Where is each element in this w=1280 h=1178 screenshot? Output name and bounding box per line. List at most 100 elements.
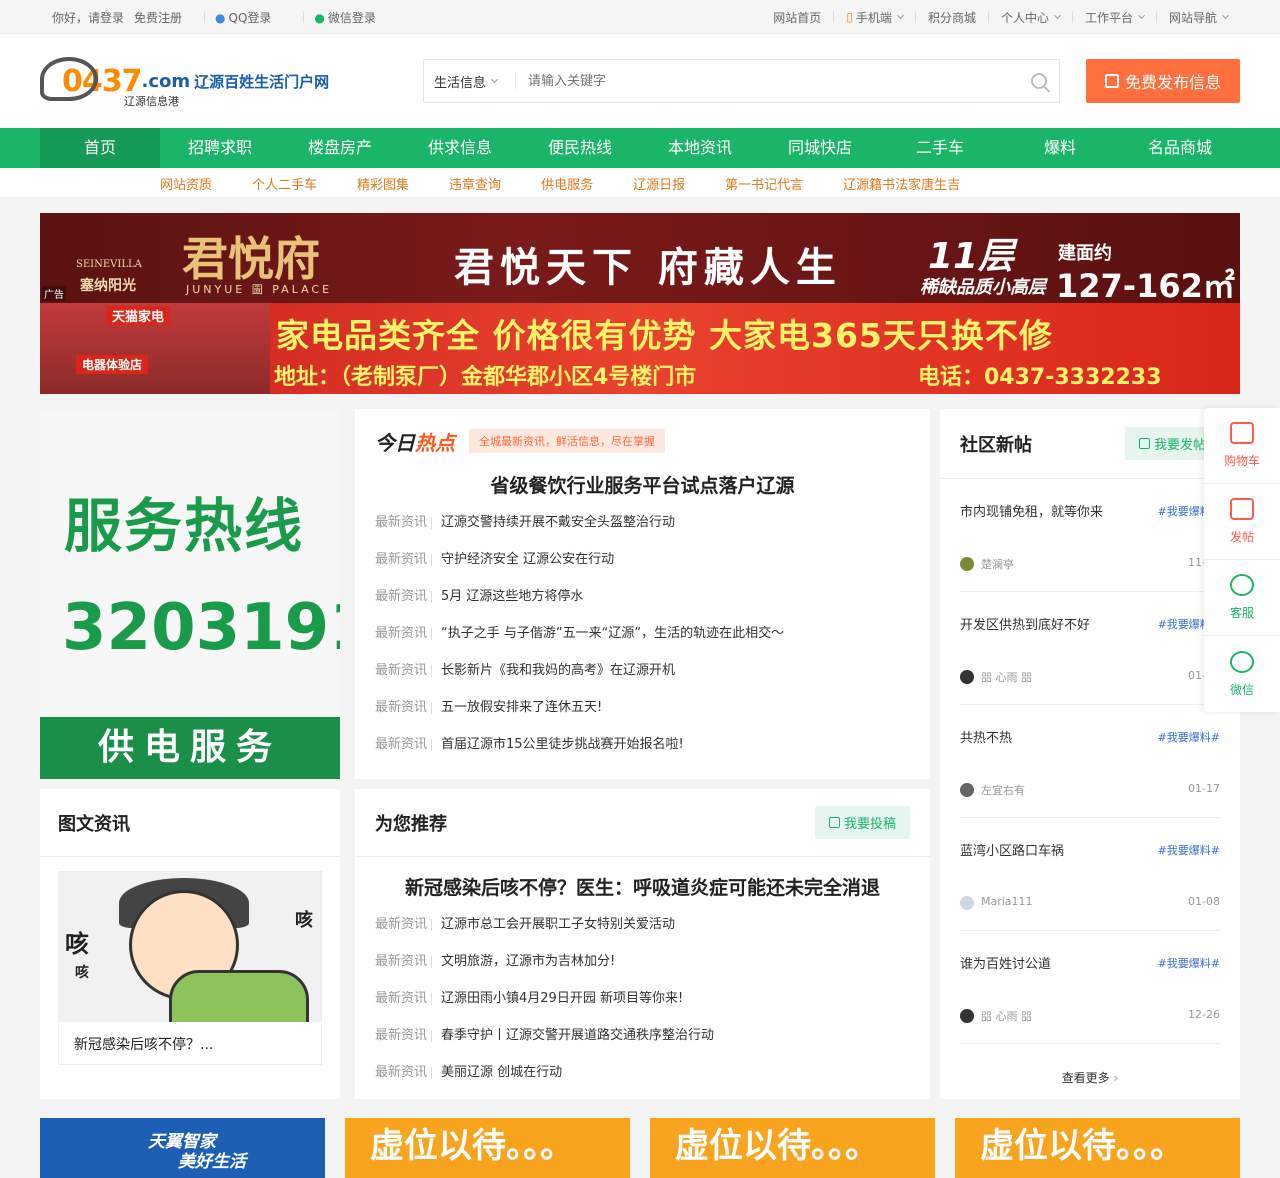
- list-item[interactable]: 最新资讯 文明旅游，辽源市为吉林加分!: [375, 943, 910, 980]
- community-panel: 社区新帖 我要发帖 市内现铺免租，就等你来#我要爆料# 楚澜亭11-21 开发区…: [940, 409, 1240, 1099]
- edit-icon: [1104, 74, 1119, 88]
- list-item[interactable]: 最新资讯 辽源交警持续开展不戴安全头盔整治行动: [375, 504, 910, 541]
- subnav-link[interactable]: 供电服务: [541, 174, 593, 193]
- subnav-link[interactable]: 辽源日报: [633, 174, 685, 193]
- banner2-line1: 家电品类齐全 价格很有优势 大家电365天只换不修: [276, 316, 1053, 355]
- search-input[interactable]: [516, 73, 1019, 89]
- chevron-right-icon: ›: [1113, 1071, 1119, 1085]
- chat-icon: [1230, 574, 1254, 596]
- list-item[interactable]: 最新资讯 春季守护丨辽源交警开展道路交通秩序整治行动: [375, 1017, 910, 1054]
- picnews-caption: 新冠感染后咳不停？...: [74, 1037, 214, 1053]
- subnav-link[interactable]: 精彩图集: [357, 174, 409, 193]
- nav-real-estate[interactable]: 楼盘房产: [280, 128, 400, 168]
- avatar: [960, 1009, 974, 1023]
- wechat-button[interactable]: 微信: [1204, 636, 1280, 712]
- list-item[interactable]: 最新资讯 辽源市总工会开展职工子女特别关爱活动: [375, 906, 910, 943]
- coughing-illustration: 咳 咳 咳: [59, 872, 321, 1022]
- banner-slogan: 君悦天下 府藏人生: [454, 244, 842, 291]
- mobile-link[interactable]: ▯ 手机端: [846, 9, 904, 26]
- list-item[interactable]: 最新资讯 守护经济安全 辽源公安在行动: [375, 541, 910, 578]
- list-item[interactable]: 最新资讯 5月 辽源这些地方将停水: [375, 578, 910, 615]
- list-item[interactable]: 最新资讯 首届辽源市15公里徒步挑战赛开始报名啦!: [375, 726, 910, 763]
- today-headline[interactable]: 省级餐饮行业服务平台试点落户辽源: [375, 473, 910, 499]
- subnav-link[interactable]: 网站资质: [160, 174, 212, 193]
- logo-site-name: 辽源百姓生活门户网: [194, 72, 330, 91]
- list-item[interactable]: 最新资讯 辽源田雨小镇4月29日开园 新项目等你来!: [375, 980, 910, 1017]
- picnews-card[interactable]: 咳 咳 咳 新冠感染后咳不停？...: [58, 871, 322, 1065]
- nav-used-cars[interactable]: 二手车: [880, 128, 1000, 168]
- banner2-address: 地址：（老制泵厂）金都华郡小区4号楼门市: [274, 365, 697, 390]
- qq-login-link[interactable]: ● QQ登录: [215, 9, 281, 26]
- site-logo[interactable]: 0437 .com 辽源百姓生活门户网 辽源信息港: [40, 51, 340, 111]
- recommend-title: 为您推荐: [375, 813, 447, 835]
- contribute-button[interactable]: 我要投稿: [814, 806, 910, 839]
- community-item[interactable]: 共热不热 #我要爆料# 左宜右有 01-17: [960, 705, 1220, 818]
- chevron-down-icon: [896, 11, 904, 20]
- user-center-link[interactable]: 个人中心: [1001, 9, 1062, 26]
- picnews-title: 图文资讯: [58, 813, 130, 835]
- banner-title-en: JUNYUE 圖 PALACE: [186, 283, 333, 296]
- list-item[interactable]: 最新资讯 五一放假安排来了连休五天!: [375, 689, 910, 726]
- logo-sub: 辽源信息港: [124, 95, 179, 108]
- home-link[interactable]: 网站首页: [773, 9, 821, 26]
- view-more-link[interactable]: 查看更多 ›: [960, 1069, 1220, 1086]
- wechat-login-link[interactable]: ● 微信登录: [314, 9, 386, 26]
- banner2-phone: 电话：0437-3332233: [918, 365, 1162, 390]
- banner-floors: 11层: [928, 236, 1015, 277]
- banner2-store-sub: 电器体验店: [76, 355, 149, 374]
- wechat-icon: [1230, 650, 1254, 673]
- logo-com: .com: [141, 70, 191, 92]
- nav-tips[interactable]: 爆料: [1000, 128, 1120, 168]
- hotline-bar: 供电服务: [40, 717, 340, 779]
- community-title: 社区新帖: [960, 434, 1032, 456]
- search-category-select[interactable]: 生活信息: [424, 71, 516, 91]
- nav-hotline[interactable]: 便民热线: [520, 128, 640, 168]
- search-button[interactable]: [1019, 59, 1059, 103]
- ad-tianyi[interactable]: 天翼智家 美好生活: [40, 1118, 325, 1178]
- banner-junyue-palace[interactable]: SEINEVILLA 塞纳阳光 君悦府 JUNYUE 圖 PALACE 君悦天下…: [40, 213, 1240, 303]
- community-item[interactable]: 市内现铺免租，就等你来#我要爆料# 楚澜亭11-21: [960, 479, 1220, 592]
- ad-placeholder[interactable]: 虚位以待。。。: [955, 1118, 1240, 1178]
- banner-tmall-appliance[interactable]: 天猫家电 电器体验店 家电品类齐全 价格很有优势 大家电365天只换不修 地址：…: [40, 303, 1240, 394]
- ad-placeholder[interactable]: 虚位以待。。。: [345, 1118, 630, 1178]
- edit-icon: [828, 817, 840, 828]
- search-icon: [1031, 73, 1047, 89]
- register-link[interactable]: 免费注册: [134, 9, 182, 26]
- login-link[interactable]: 你好，请登录: [52, 9, 124, 26]
- cart-button[interactable]: 购物车: [1204, 408, 1280, 484]
- community-item[interactable]: 蓝湾小区路口车祸 #我要爆料# Maria111 01-08: [960, 818, 1220, 931]
- edit-icon: [1230, 498, 1254, 520]
- publish-button[interactable]: 免费发布信息: [1086, 59, 1240, 103]
- community-item[interactable]: 谁为百姓讨公道 #我要爆料# 㗊 心雨 㗊 12-26: [960, 931, 1220, 1044]
- nav-supply[interactable]: 供求信息: [400, 128, 520, 168]
- list-item[interactable]: 最新资讯 长影新片《我和我妈的高考》在辽源开机: [375, 652, 910, 689]
- recommend-panel: 为您推荐 我要投稿 新冠感染后咳不停？医生：呼吸道炎症可能还未完全消退 最新资讯…: [355, 789, 930, 1099]
- work-platform-link[interactable]: 工作平台: [1085, 9, 1146, 26]
- nav-city-shops[interactable]: 同城快店: [760, 128, 880, 168]
- hotline-ad[interactable]: 服务热线 3203191 供电服务: [40, 409, 340, 779]
- nav-local-news[interactable]: 本地资讯: [640, 128, 760, 168]
- nav-jobs[interactable]: 招聘求职: [160, 128, 280, 168]
- recommend-headline[interactable]: 新冠感染后咳不停？医生：呼吸道炎症可能还未完全消退: [375, 875, 910, 901]
- avatar: [960, 783, 974, 797]
- logo-ring-icon: [40, 57, 98, 101]
- main-nav: 首页 招聘求职 楼盘房产 供求信息 便民热线 本地资讯 同城快店 二手车 爆料 …: [0, 128, 1280, 168]
- subnav-link[interactable]: 第一书记代言: [725, 174, 803, 193]
- subnav-link[interactable]: 辽源籍书法家唐生吉: [843, 174, 960, 193]
- list-item[interactable]: 最新资讯 美丽辽源 创城在行动: [375, 1054, 910, 1091]
- customer-service-button[interactable]: 客服: [1204, 560, 1280, 636]
- ad-placeholder[interactable]: 虚位以待。。。: [650, 1118, 935, 1178]
- banner2-store: 天猫家电: [106, 306, 171, 325]
- nav-home[interactable]: 首页: [40, 128, 160, 168]
- nav-mall[interactable]: 名品商城: [1120, 128, 1240, 168]
- subnav-link[interactable]: 违章查询: [449, 174, 501, 193]
- banner-area: 127-162㎡: [1056, 267, 1235, 303]
- points-mall-link[interactable]: 积分商城: [928, 9, 976, 26]
- community-item[interactable]: 开发区供热到底好不好#我要爆料# 㗊 心雨 㗊01-14: [960, 592, 1220, 705]
- chevron-down-icon: [490, 75, 499, 84]
- list-item[interactable]: 最新资讯 “执子之手 与子偕游”五一来“辽源”，生活的轨迹在此相交～: [375, 615, 910, 652]
- post-button[interactable]: 发帖: [1204, 484, 1280, 560]
- subnav-link[interactable]: 个人二手车: [252, 174, 317, 193]
- banner-floors-sub: 稀缺品质小高层: [920, 277, 1046, 298]
- site-nav-link[interactable]: 网站导航: [1169, 9, 1230, 26]
